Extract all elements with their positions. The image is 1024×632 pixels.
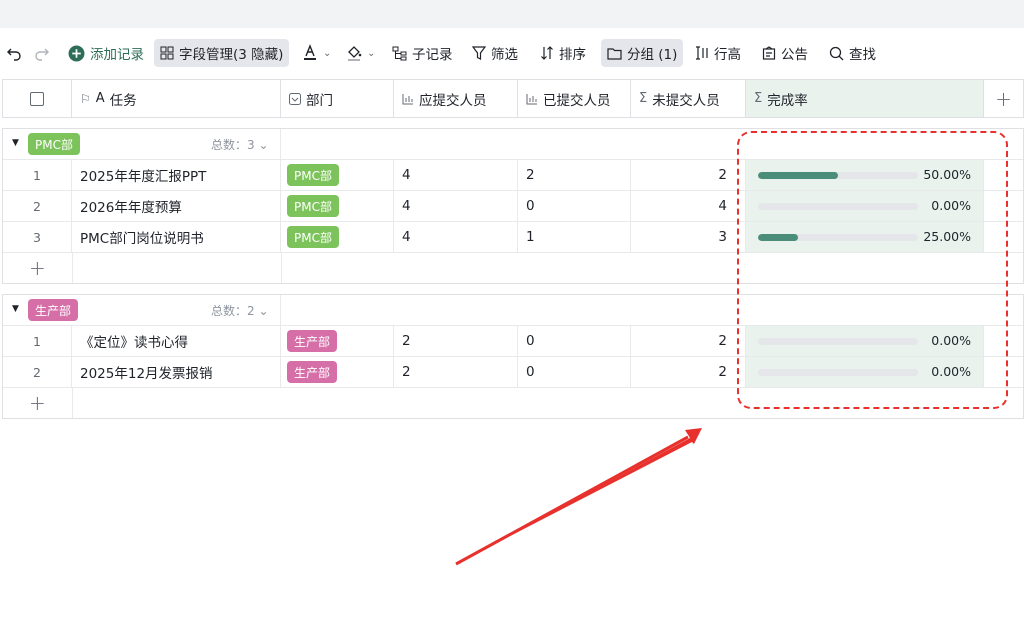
- annotation-arrow: [455, 428, 702, 566]
